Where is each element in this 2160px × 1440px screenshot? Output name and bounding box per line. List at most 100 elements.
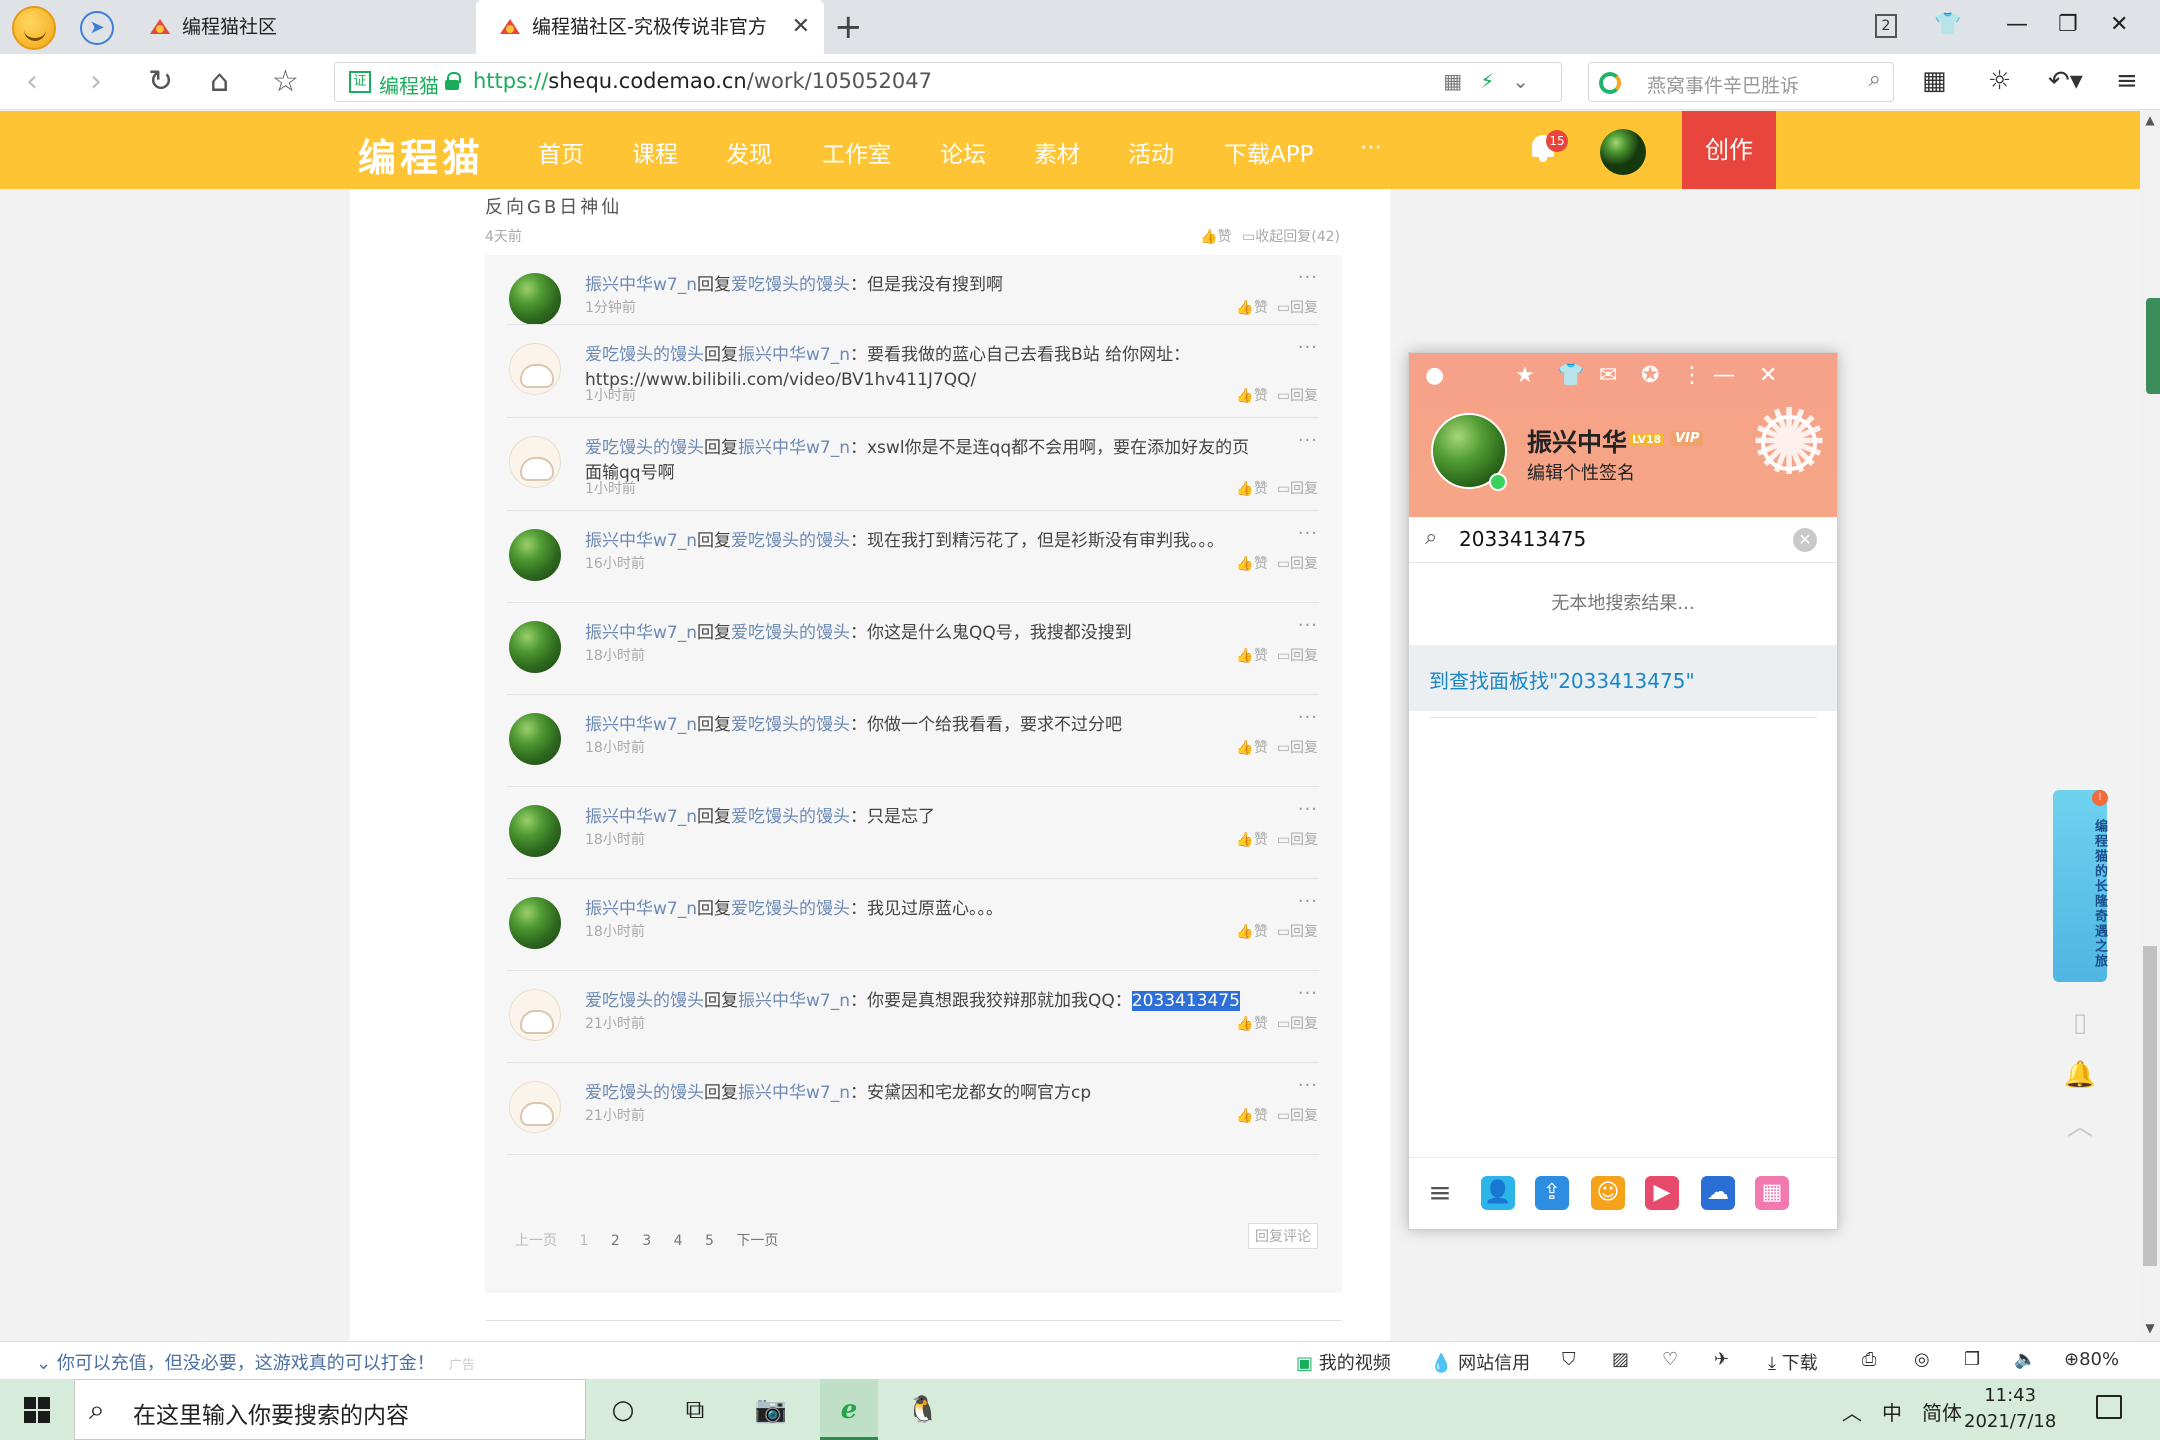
reply-avatar[interactable] xyxy=(509,273,561,325)
like-button[interactable]: 👍赞 xyxy=(1236,924,1267,940)
qq-medal-icon[interactable]: ✪ xyxy=(1641,363,1659,388)
nav-download-app[interactable]: 下载APP xyxy=(1224,135,1313,169)
reply-avatar[interactable] xyxy=(509,1081,561,1133)
qq-favorite-icon[interactable]: ★ xyxy=(1515,363,1535,388)
game-icon[interactable]: ☺ xyxy=(1591,1176,1625,1210)
reply-target-link[interactable]: 振兴中华w7_n xyxy=(738,345,850,365)
reply-button[interactable]: ▭回复 xyxy=(1277,481,1318,497)
reply-target-link[interactable]: 振兴中华w7_n xyxy=(738,1083,850,1103)
page-5[interactable]: 5 xyxy=(705,1233,714,1249)
reply-author-link[interactable]: 振兴中华w7_n xyxy=(585,715,697,735)
qq-close-button[interactable]: ✕ xyxy=(1759,363,1777,388)
signature-field[interactable]: 编辑个性签名 xyxy=(1527,459,1635,485)
reply-target-link[interactable]: 振兴中华w7_n xyxy=(738,991,850,1011)
clear-search-icon[interactable]: ✕ xyxy=(1793,528,1817,552)
like-button[interactable]: 👍赞 xyxy=(1236,1016,1267,1032)
more-options-icon[interactable]: ··· xyxy=(1298,983,1318,1004)
windows-start-icon[interactable] xyxy=(24,1397,50,1423)
search-input[interactable]: 燕窝事件辛巴胜诉 xyxy=(1647,71,1799,98)
more-options-icon[interactable]: ··· xyxy=(1298,615,1318,636)
collapse-replies-button[interactable]: ▭收起回复(42) xyxy=(1242,226,1340,246)
reply-avatar[interactable] xyxy=(509,897,561,949)
ime-indicator[interactable]: 中 xyxy=(1882,1397,1902,1426)
scroll-thumb[interactable] xyxy=(2143,946,2157,1266)
search-icon[interactable]: ⌕ xyxy=(1869,67,1881,92)
reply-avatar[interactable] xyxy=(509,805,561,857)
like-button[interactable]: 👍赞 xyxy=(1236,1108,1267,1124)
page-1[interactable]: 1 xyxy=(579,1233,588,1249)
taskbar-search-input[interactable]: 在这里输入你要搜索的内容 xyxy=(133,1396,409,1430)
qq-skin-icon[interactable]: 👕 xyxy=(1557,363,1584,388)
qq-mail-icon[interactable]: ✉ xyxy=(1599,363,1617,388)
chevron-up-icon[interactable]: ︿ xyxy=(1842,1397,1862,1426)
search-engine-icon[interactable] xyxy=(1599,72,1621,94)
browser-e-icon[interactable]: ℯ xyxy=(830,1391,868,1429)
site-logo[interactable]: 编程猫 xyxy=(358,127,484,182)
nav-forum[interactable]: 论坛 xyxy=(940,135,986,169)
brightness-icon[interactable]: ☼ xyxy=(1988,66,2011,96)
reply-button[interactable]: ▭回复 xyxy=(1277,300,1318,316)
window-icon[interactable]: ❐ xyxy=(1964,1349,1980,1370)
more-options-icon[interactable]: ··· xyxy=(1298,707,1318,728)
add-friend-icon[interactable]: 👤 xyxy=(1481,1176,1515,1210)
certificate-icon[interactable]: 证 xyxy=(349,71,371,93)
more-options-icon[interactable]: ··· xyxy=(1298,799,1318,820)
qq-penguin-icon[interactable]: 🐧 xyxy=(904,1391,942,1429)
forward-button[interactable]: › xyxy=(90,64,102,100)
download-button[interactable]: ⤓ 下载 xyxy=(1768,1349,1818,1375)
camera-icon[interactable]: 📷 xyxy=(752,1391,790,1429)
capture-icon[interactable]: ◎ xyxy=(1914,1349,1930,1370)
reply-author-link[interactable]: 爱吃馒头的馒头 xyxy=(585,1083,704,1103)
like-button[interactable]: 👍赞 xyxy=(1236,300,1267,316)
reply-target-link[interactable]: 爱吃馒头的馒头 xyxy=(731,715,850,735)
qq-search-bar[interactable]: ⌕ 2033413475 ✕ xyxy=(1409,517,1837,563)
browser-logo-icon[interactable] xyxy=(12,6,56,50)
undo-close-icon[interactable]: ↶▾ xyxy=(2048,66,2083,96)
user-avatar[interactable] xyxy=(1600,129,1646,175)
reply-avatar[interactable] xyxy=(509,343,561,395)
page-2[interactable]: 2 xyxy=(611,1233,620,1249)
qq-minimize-button[interactable]: — xyxy=(1713,363,1735,388)
qq-penguin-icon[interactable]: ● xyxy=(1425,363,1444,388)
reply-avatar[interactable] xyxy=(509,989,561,1041)
address-bar-tools[interactable]: ▦⚡⌄ xyxy=(1443,69,1547,93)
maximize-button[interactable]: ❐ xyxy=(2058,12,2078,37)
site-credit-button[interactable]: 💧 网站信用 xyxy=(1430,1349,1530,1375)
menu-icon[interactable]: ≡ xyxy=(2116,66,2138,96)
favorite-star-button[interactable]: ☆ xyxy=(272,64,299,100)
back-to-top-icon[interactable]: ︿ xyxy=(2059,1106,2101,1148)
navigate-icon[interactable]: ➤ xyxy=(80,11,114,45)
reply-button[interactable]: ▭回复 xyxy=(1277,832,1318,848)
notification-icon[interactable]: 🔔 xyxy=(2059,1054,2101,1096)
tab-codemao-community[interactable]: 编程猫社区 xyxy=(126,0,476,54)
more-options-icon[interactable]: ··· xyxy=(1298,523,1318,544)
printer-icon[interactable]: ⎙ xyxy=(1862,1349,1876,1370)
reply-target-link[interactable]: 爱吃馒头的馒头 xyxy=(731,899,850,919)
minimize-button[interactable]: — xyxy=(2006,12,2028,37)
like-button[interactable]: 👍赞 xyxy=(1236,481,1267,497)
promo-banner[interactable]: 编程猫的长隆奇遇之旅 xyxy=(2053,790,2107,982)
system-clock[interactable]: 11:43 2021/7/18 xyxy=(1964,1383,2056,1435)
more-options-icon[interactable]: ··· xyxy=(1298,1075,1318,1096)
search-box[interactable]: 燕窝事件辛巴胜诉 ⌕ xyxy=(1588,62,1894,102)
qq-more-icon[interactable]: ⋮ xyxy=(1681,363,1703,388)
reply-author-link[interactable]: 振兴中华w7_n xyxy=(585,531,697,551)
like-button[interactable]: 👍赞 xyxy=(1236,832,1267,848)
rocket-icon[interactable]: ✈ xyxy=(1714,1349,1729,1370)
file-transfer-icon[interactable]: ⇪ xyxy=(1535,1176,1569,1210)
reply-button[interactable]: ▭回复 xyxy=(1277,1108,1318,1124)
health-icon[interactable]: ♡ xyxy=(1662,1349,1678,1370)
reply-avatar[interactable] xyxy=(509,713,561,765)
nav-more[interactable]: ··· xyxy=(1360,135,1382,161)
nav-activities[interactable]: 活动 xyxy=(1128,135,1174,169)
reply-target-link[interactable]: 爱吃馒头的馒头 xyxy=(731,807,850,827)
cortana-icon[interactable]: ○ xyxy=(604,1391,642,1429)
close-window-button[interactable]: ✕ xyxy=(2110,12,2128,37)
reply-author-link[interactable]: 爱吃馒头的馒头 xyxy=(585,438,704,458)
nav-courses[interactable]: 课程 xyxy=(632,135,678,169)
reply-comment-button[interactable]: 回复评论 xyxy=(1248,1223,1318,1249)
reply-avatar[interactable] xyxy=(509,529,561,581)
reply-author-link[interactable]: 爱吃馒头的馒头 xyxy=(585,991,704,1011)
like-button[interactable]: 👍赞 xyxy=(1236,388,1267,404)
reply-avatar[interactable] xyxy=(509,621,561,673)
